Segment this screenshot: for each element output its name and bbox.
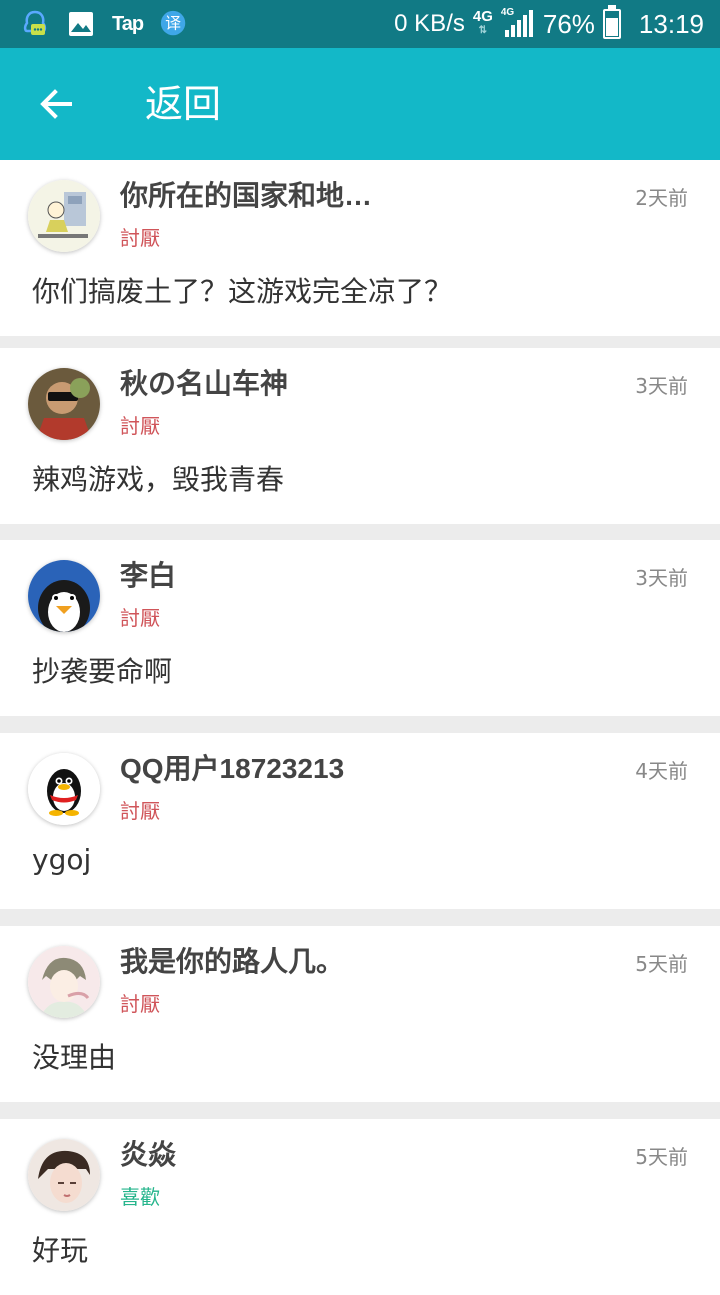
back-button[interactable] [28, 76, 84, 132]
timestamp: 3天前 [635, 374, 688, 398]
timestamp: 5天前 [635, 952, 688, 976]
username[interactable]: 李白 [120, 554, 176, 594]
network-type-indicator: 4G ⇅ [472, 8, 493, 38]
comment-text: 没理由 [32, 1041, 117, 1074]
rating-tag: 討厭 [120, 414, 160, 438]
comment-card[interactable]: 李白 討厭 3天前 抄袭要命啊 [0, 540, 720, 716]
rating-tag: 討厭 [120, 226, 160, 250]
net-speed: 0 KB/s [394, 10, 465, 37]
comment-card[interactable]: 秋の名山车神 討厭 3天前 辣鸡游戏，毁我青春 [0, 348, 720, 524]
username[interactable]: 你所在的国家和地… [120, 174, 372, 214]
comment-text: 好玩 [32, 1234, 89, 1267]
comment-card[interactable]: 你所在的国家和地… 討厭 2天前 你们搞废土了？这游戏完全凉了？ [0, 160, 720, 336]
status-right: 0 KB/s 4G ⇅ 4G 76% 13:19 [394, 0, 704, 48]
avatar[interactable] [28, 1139, 100, 1211]
rating-tag: 討厭 [120, 606, 160, 630]
avatar[interactable] [28, 560, 100, 632]
comment-card[interactable]: QQ用户18723213 討厭 4天前 ygoj [0, 733, 720, 909]
comment-text: ygoj [32, 843, 92, 876]
image-icon [66, 9, 96, 39]
svg-text:译: 译 [165, 14, 181, 33]
username[interactable]: 我是你的路人几。 [120, 940, 344, 980]
translate-icon: 译 [159, 9, 189, 39]
battery-icon [602, 5, 621, 39]
battery-percent: 76% [542, 8, 595, 39]
status-bar: Tap 译 0 KB/s 4G ⇅ 4G 76% 13:19 [0, 0, 720, 48]
avatar[interactable] [28, 753, 100, 825]
network-type-label: 4G [472, 8, 493, 25]
page-title[interactable]: 返回 [145, 76, 221, 132]
comment-text: 你们搞废土了？这游戏完全凉了？ [32, 275, 453, 308]
avatar[interactable] [28, 946, 100, 1018]
avatar[interactable] [28, 180, 100, 252]
data-arrows-icon: ⇅ [478, 25, 488, 36]
username[interactable]: 秋の名山车神 [120, 362, 288, 402]
app-bar: 返回 [0, 48, 720, 160]
comment-text: 抄袭要命啊 [32, 655, 173, 688]
arrow-left-icon [40, 89, 72, 119]
comment-card[interactable]: 我是你的路人几。 討厭 5天前 没理由 [0, 926, 720, 1102]
clock: 13:19 [638, 8, 704, 39]
avatar[interactable] [28, 368, 100, 440]
network-type-small-label: 4G [500, 7, 515, 18]
tap-logo: Tap [112, 12, 144, 35]
username[interactable]: QQ用户18723213 [120, 747, 344, 787]
timestamp: 3天前 [635, 566, 688, 590]
comment-text: 辣鸡游戏，毁我青春 [32, 463, 285, 496]
timestamp: 2天前 [635, 186, 688, 210]
battery-fill [605, 18, 618, 36]
timestamp: 5天前 [635, 1145, 688, 1169]
timestamp: 4天前 [635, 759, 688, 783]
rating-tag: 喜歡 [120, 1185, 160, 1209]
rating-tag: 討厭 [120, 799, 160, 823]
comment-card[interactable]: 炎焱 喜歡 5天前 好玩 [0, 1119, 720, 1295]
notification-icons: Tap 译 [20, 6, 189, 42]
signal-icon: 4G [500, 7, 535, 39]
qq-chat-icon [20, 9, 50, 39]
username[interactable]: 炎焱 [120, 1133, 176, 1173]
rating-tag: 討厭 [120, 992, 160, 1016]
